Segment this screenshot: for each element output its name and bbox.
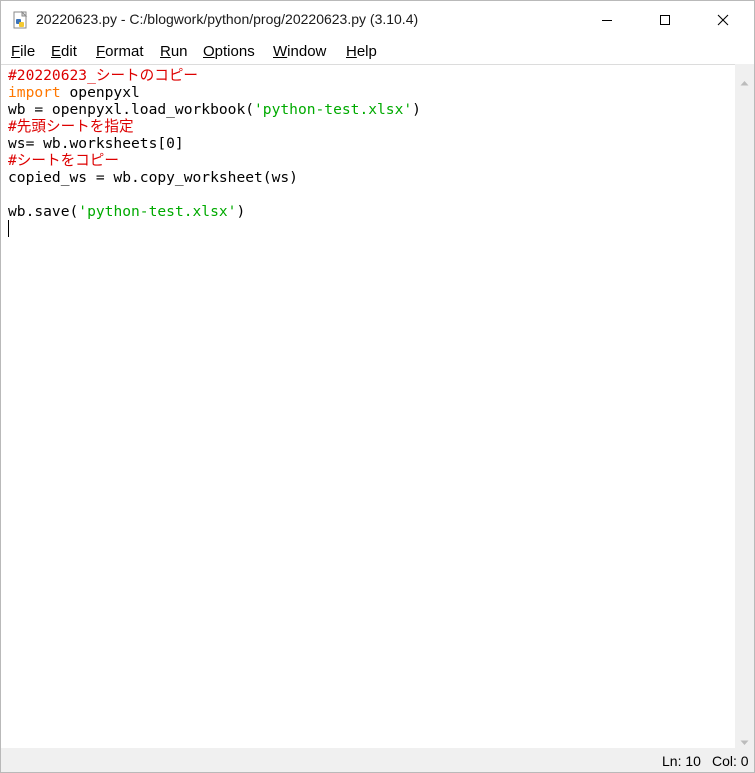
- idle-editor-window: 20220623.py - C:/blogwork/python/prog/20…: [0, 0, 755, 773]
- menu-window[interactable]: Window: [273, 43, 326, 60]
- window-title: 20220623.py - C:/blogwork/python/prog/20…: [36, 11, 419, 27]
- code-token-plain: ws= wb.worksheets[0]: [8, 135, 184, 152]
- code-token-plain: ): [412, 101, 421, 118]
- code-token-plain: wb = openpyxl.load_workbook(: [8, 101, 255, 118]
- code-token-comment: #20220623_シートのコピー: [8, 67, 199, 84]
- code-token-str: 'python-test.xlsx': [78, 203, 237, 220]
- code-line[interactable]: copied_ws = wb.copy_worksheet(ws): [8, 169, 421, 186]
- scroll-up-arrow-icon[interactable]: [740, 71, 749, 90]
- code-token-plain: openpyxl: [60, 84, 140, 101]
- status-bar: Ln: 10 Col: 0: [1, 748, 754, 772]
- code-token-str: 'python-test.xlsx': [254, 101, 413, 118]
- close-icon: [717, 14, 729, 26]
- menu-edit[interactable]: Edit: [51, 43, 77, 60]
- menu-file[interactable]: File: [11, 43, 35, 60]
- close-button[interactable]: [694, 1, 752, 39]
- minimize-icon: [602, 20, 612, 21]
- code-line[interactable]: #20220623_シートのコピー: [8, 67, 421, 84]
- code-token-plain: wb.save(: [8, 203, 79, 220]
- title-bar[interactable]: 20220623.py - C:/blogwork/python/prog/20…: [1, 1, 754, 39]
- maximize-button[interactable]: [636, 1, 694, 39]
- code-line[interactable]: #先頭シートを指定: [8, 118, 421, 135]
- code-token-comment: #シートをコピー: [8, 152, 119, 169]
- menu-help[interactable]: Help: [346, 43, 377, 60]
- code-text[interactable]: #20220623_シートのコピー import openpyxl wb = ope…: [8, 67, 421, 237]
- code-token-comment: #先頭シートを指定: [8, 118, 134, 135]
- code-line[interactable]: #シートをコピー: [8, 152, 421, 169]
- menu-run[interactable]: Run: [160, 43, 188, 60]
- vertical-scrollbar[interactable]: [735, 64, 754, 748]
- code-token-plain: ): [236, 203, 246, 220]
- code-line[interactable]: import openpyxl: [8, 84, 421, 101]
- python-file-icon: [12, 10, 30, 29]
- status-line-number: Ln: 10: [662, 753, 701, 769]
- code-line[interactable]: [8, 186, 421, 203]
- text-cursor: [8, 220, 9, 237]
- menu-bar: File Edit Format Run Options Window Help: [1, 39, 754, 64]
- maximize-icon: [660, 15, 670, 25]
- menu-options[interactable]: Options: [203, 43, 255, 60]
- code-token-plain: copied_ws = wb.copy_worksheet(ws): [8, 169, 298, 186]
- menu-format[interactable]: Format: [96, 43, 144, 60]
- code-token-kw: import: [8, 84, 61, 101]
- code-line[interactable]: wb.save('python-test.xlsx'): [8, 203, 421, 220]
- code-line[interactable]: wb = openpyxl.load_workbook('python-test…: [8, 101, 421, 118]
- status-column-number: Col: 0: [712, 753, 749, 769]
- code-editor[interactable]: #20220623_シートのコピー import openpyxl wb = ope…: [1, 64, 735, 749]
- code-line[interactable]: [8, 220, 421, 237]
- minimize-button[interactable]: [578, 1, 636, 39]
- code-line[interactable]: ws= wb.worksheets[0]: [8, 135, 421, 152]
